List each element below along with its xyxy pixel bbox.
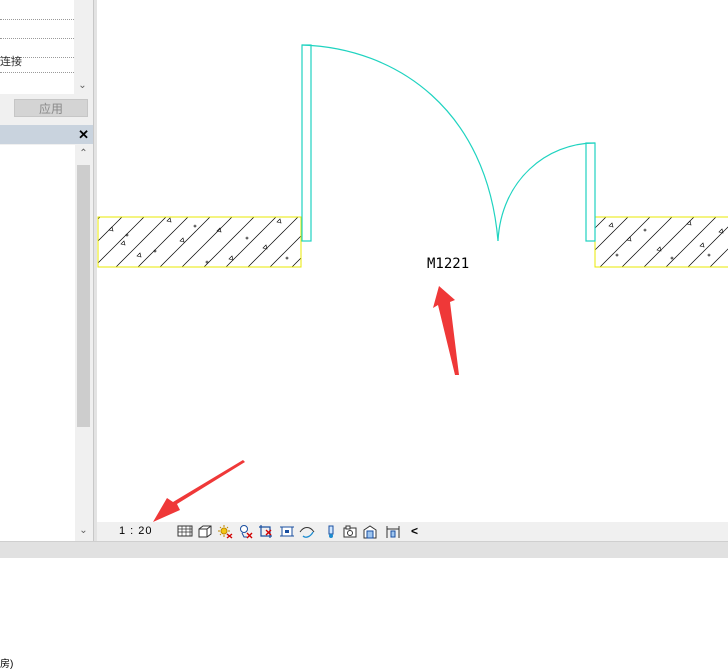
expand-more-icon[interactable]: < [411, 522, 418, 541]
shadows-icon[interactable] [238, 524, 254, 539]
left-panel: 连接 ⌄ 应用 ✕ 房) ⌃ ⌄ [0, 0, 93, 670]
application-status-bar [0, 541, 728, 558]
temporary-hide-icon[interactable] [299, 524, 315, 539]
show-crop-region-icon[interactable] [279, 524, 295, 539]
sun-path-icon[interactable] [217, 524, 233, 539]
property-row-connection[interactable]: 连接 [0, 53, 74, 73]
annotation-arrow-scale [153, 460, 245, 522]
door-swing-arc-right [497, 142, 596, 242]
detail-level-icon[interactable] [177, 524, 193, 539]
highlight-displacement-icon[interactable] [362, 524, 378, 539]
door-leaf-right [585, 142, 596, 242]
property-row[interactable] [0, 19, 74, 39]
properties-scrollbar[interactable]: ⌄ [74, 0, 91, 94]
door-tag[interactable]: M1221 [427, 256, 469, 272]
reveal-hidden-icon[interactable] [323, 524, 339, 539]
wall-segment-left[interactable] [97, 216, 302, 268]
scroll-down-icon[interactable]: ⌄ [74, 80, 91, 91]
project-browser-scrollbar[interactable]: ⌃ ⌄ [75, 145, 92, 541]
scroll-thumb[interactable] [77, 165, 90, 427]
project-browser-tree[interactable]: 房) [0, 145, 75, 670]
property-row[interactable] [0, 74, 74, 93]
analytical-model-icon[interactable] [342, 524, 358, 539]
constraints-icon[interactable] [385, 524, 401, 539]
crop-view-icon[interactable] [258, 524, 274, 539]
project-browser-header: ✕ [0, 125, 93, 144]
scroll-up-icon[interactable]: ⌃ [75, 148, 92, 159]
drawing-canvas[interactable]: M1221 [97, 0, 728, 522]
property-row[interactable] [0, 0, 74, 20]
floor-plan-drawing: M1221 [97, 44, 728, 522]
door-leaf-left [301, 44, 312, 242]
view-scale[interactable]: 1 : 20 [119, 522, 153, 541]
visual-style-icon[interactable] [197, 524, 213, 539]
apply-button[interactable]: 应用 [14, 99, 88, 117]
close-icon[interactable]: ✕ [78, 125, 89, 144]
properties-table: 连接 [0, 0, 74, 94]
annotation-arrow-tag [433, 286, 459, 375]
wall-segment-right[interactable] [594, 216, 728, 268]
door-swing-arc-left [301, 44, 499, 242]
view-control-bar: 1 : 20 < [97, 522, 728, 541]
tree-item-label[interactable]: 房) [0, 655, 13, 670]
double-door-m1221[interactable] [301, 44, 596, 242]
scroll-down-icon[interactable]: ⌄ [75, 525, 92, 536]
